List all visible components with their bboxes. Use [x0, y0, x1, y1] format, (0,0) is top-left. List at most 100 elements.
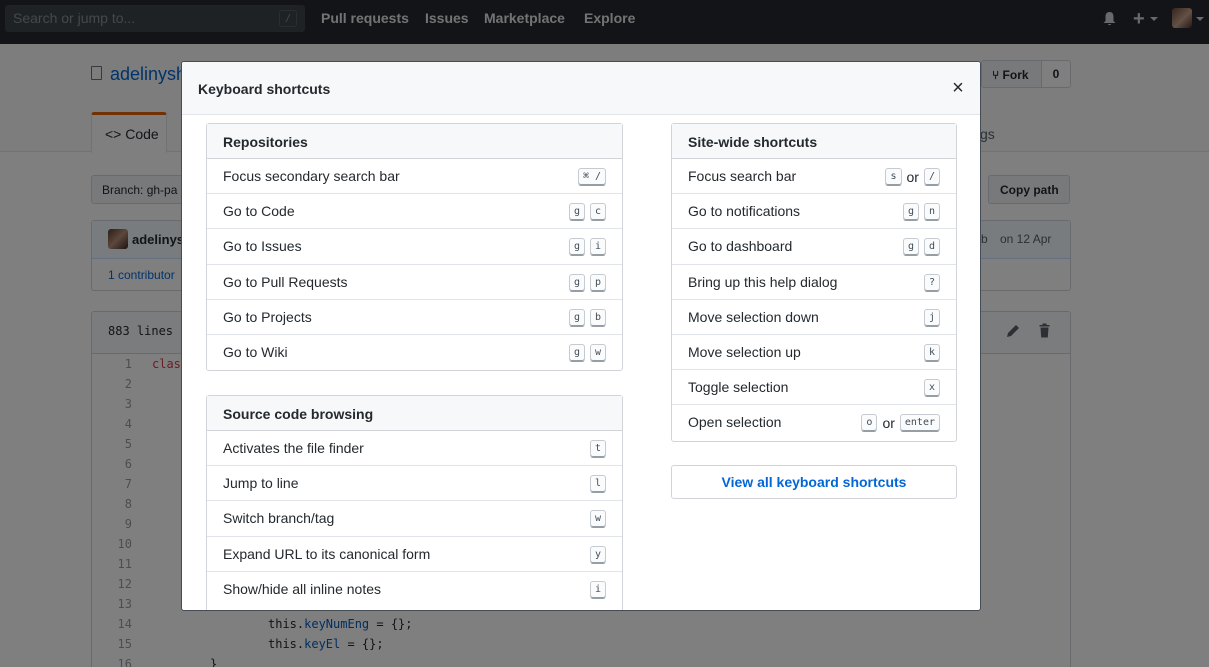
shortcut-label: Go to Pull Requests: [223, 273, 348, 290]
shortcut-label: Move selection down: [688, 308, 819, 325]
shortcut-row: Go to notifications g n: [672, 194, 956, 230]
shortcut-keys: gn: [898, 203, 940, 222]
key-cap: n: [923, 203, 940, 222]
shortcut-row: Jump to line l: [207, 466, 622, 502]
source-code-group: Source code browsing Activates the file …: [206, 395, 623, 610]
shortcut-keys: gp: [564, 273, 606, 292]
shortcut-keys: y: [585, 545, 606, 564]
key-cap: i: [589, 580, 606, 599]
dialog-header: Keyboard shortcuts ×: [182, 62, 980, 115]
group-title: Source code browsing: [207, 396, 622, 431]
shortcut-keys: k: [919, 343, 940, 362]
key-cap: i: [589, 238, 606, 257]
shortcut-keys: ⌘ /: [573, 168, 606, 186]
shortcut-label: Go to Projects: [223, 308, 312, 325]
shortcut-row: Open selection o or enter: [672, 405, 956, 440]
key-cap: k: [923, 343, 940, 362]
key-cap: g: [568, 203, 585, 222]
shortcut-label: Go to Wiki: [223, 343, 288, 360]
repositories-group: Repositories Focus secondary search bar ⌘…: [206, 123, 623, 372]
shortcut-row: Go to Code g c: [207, 194, 622, 230]
shortcut-row: Show/hide all inline notes i: [207, 572, 622, 607]
shortcut-keys: gc: [564, 203, 606, 222]
key-cap: b: [589, 308, 606, 327]
shortcut-keys: l: [585, 475, 606, 494]
key-cap: t: [589, 440, 606, 458]
shortcut-label: Go to Issues: [223, 238, 302, 255]
shortcut-keys: x: [919, 379, 940, 398]
shortcut-list: Activates the file finder t Jump to line l S…: [207, 431, 622, 607]
shortcut-row: Switch branch/tag w: [207, 501, 622, 537]
key-cap: g: [902, 203, 919, 222]
key-cap: y: [589, 545, 606, 564]
shortcut-row: Activates the file finder t: [207, 431, 622, 467]
shortcut-label: Jump to line: [223, 475, 299, 492]
key-cap: g: [568, 308, 585, 327]
shortcut-keys: s or /: [880, 168, 940, 186]
shortcut-label: Activates the file finder: [223, 440, 364, 456]
key-cap: g: [568, 343, 585, 362]
shortcut-row: Go to Pull Requests g p: [207, 265, 622, 300]
key-cap: x: [923, 379, 940, 398]
key-cap: p: [589, 273, 606, 292]
key-cap: s: [885, 168, 902, 186]
group-title: Site-wide shortcuts: [672, 124, 956, 159]
shortcut-label: Toggle selection: [688, 379, 789, 396]
view-all-shortcuts-button[interactable]: View all keyboard shortcuts: [671, 465, 957, 499]
shortcut-keys: gd: [898, 238, 940, 257]
shortcut-label: Open selection: [688, 414, 782, 431]
shortcut-row: Go to Projects g b: [207, 300, 622, 335]
shortcut-row: Go to Issues g i: [207, 229, 622, 265]
shortcut-label: Go to Code: [223, 203, 295, 220]
shortcut-label: Go to notifications: [688, 203, 801, 220]
shortcut-keys: o or enter: [856, 414, 940, 433]
shortcut-row: Toggle selection x: [672, 370, 956, 406]
key-cap: c: [589, 203, 606, 222]
key-cap: enter: [899, 414, 940, 433]
shortcut-row: Move selection up k: [672, 335, 956, 371]
shortcut-keys: i: [585, 580, 606, 599]
key-cap: d: [923, 238, 940, 257]
key-cap: l: [589, 475, 606, 494]
key-cap: g: [568, 273, 585, 292]
shortcut-row: Move selection down j: [672, 300, 956, 335]
shortcut-keys: j: [919, 308, 940, 327]
shortcut-keys: t: [585, 440, 606, 458]
shortcut-label: Show/hide all inline notes: [223, 580, 381, 597]
or-text: or: [882, 415, 895, 432]
key-cap: w: [589, 343, 606, 362]
key-cap: w: [589, 510, 606, 529]
key-cap: ?: [923, 273, 940, 292]
key-cap: g: [902, 238, 919, 257]
shortcut-list: Focus search bar s or / Go to notifications g…: [672, 159, 956, 441]
shortcut-row: Expand URL to its canonical form y: [207, 537, 622, 572]
site-wide-group: Site-wide shortcuts Focus search bar s or /…: [671, 123, 957, 442]
close-icon[interactable]: ×: [948, 78, 968, 98]
key-cap: /: [923, 168, 940, 186]
shortcut-keys: ?: [919, 273, 940, 292]
shortcut-label: Expand URL to its canonical form: [223, 545, 431, 562]
shortcut-keys: gb: [564, 308, 606, 327]
group-title: Repositories: [207, 124, 622, 159]
shortcut-keys: w: [585, 510, 606, 529]
key-cap: o: [861, 414, 878, 433]
or-text: or: [906, 169, 919, 185]
shortcut-row: Go to dashboard g d: [672, 229, 956, 265]
shortcut-row: Go to Wiki g w: [207, 335, 622, 370]
key-cap: j: [923, 308, 940, 327]
shortcut-label: Go to dashboard: [688, 238, 793, 255]
keyboard-shortcuts-dialog: Keyboard shortcuts × Repositories Focus …: [181, 61, 981, 611]
shortcut-row: Focus secondary search bar ⌘ /: [207, 159, 622, 195]
shortcut-row: Bring up this help dialog?: [672, 265, 956, 300]
shortcut-label: Focus secondary search bar: [223, 168, 400, 184]
shortcut-keys: gi: [564, 238, 606, 257]
shortcut-list: Focus secondary search bar ⌘ / Go to Code g…: [207, 159, 622, 370]
shortcut-label: Switch branch/tag: [223, 510, 335, 527]
dialog-title: Keyboard shortcuts: [198, 81, 331, 97]
shortcut-label: Focus search bar: [688, 168, 797, 184]
shortcut-row: Focus search bar s or /: [672, 159, 956, 195]
shortcut-label: Bring up this help dialog: [688, 273, 838, 290]
key-cap: ⌘ /: [577, 168, 606, 186]
shortcut-keys: gw: [564, 343, 606, 362]
shortcut-label: Move selection up: [688, 343, 801, 360]
